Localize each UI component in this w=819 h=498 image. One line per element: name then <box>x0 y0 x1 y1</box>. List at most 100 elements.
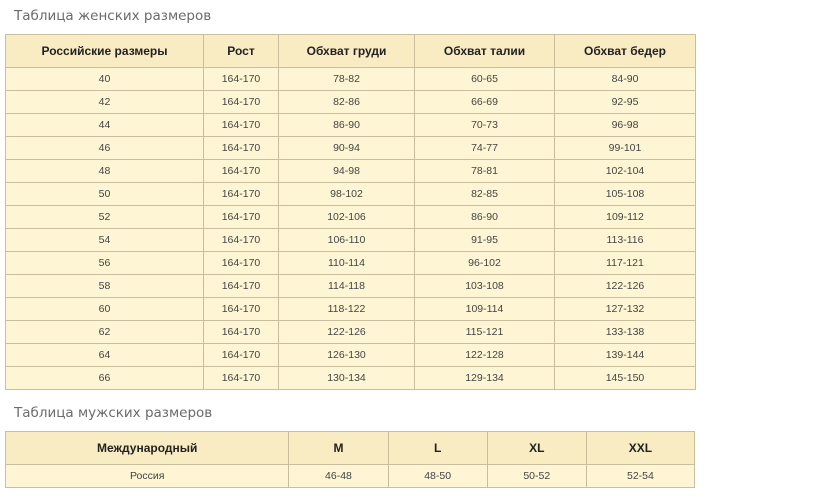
size-chart-page: Таблица женских размеров Российские разм… <box>0 0 819 498</box>
table-cell: 164-170 <box>203 297 279 321</box>
table-cell: 90-94 <box>278 136 415 160</box>
table-row: 44 164-170 86-90 70-73 96-98 <box>5 113 696 137</box>
table-cell: 145-150 <box>554 366 696 390</box>
table-cell: 164-170 <box>203 90 279 114</box>
women-table-title: Таблица женских размеров <box>14 8 212 24</box>
table-cell: 164-170 <box>203 320 279 344</box>
table-cell: 78-82 <box>278 67 415 91</box>
column-header: Обхват груди <box>278 34 415 68</box>
table-cell: 74-77 <box>414 136 555 160</box>
table-cell: 164-170 <box>203 251 279 275</box>
table-cell: 50 <box>5 182 204 206</box>
table-row: 48 164-170 94-98 78-81 102-104 <box>5 159 696 183</box>
table-row: 60 164-170 118-122 109-114 127-132 <box>5 297 696 321</box>
men-table-title: Таблица мужских размеров <box>14 405 213 421</box>
table-cell: 133-138 <box>554 320 696 344</box>
table-row: 40 164-170 78-82 60-65 84-90 <box>5 67 696 91</box>
table-cell: 164-170 <box>203 159 279 183</box>
table-row: 46 164-170 90-94 74-77 99-101 <box>5 136 696 160</box>
table-cell: 164-170 <box>203 67 279 91</box>
column-header: Обхват бедер <box>554 34 696 68</box>
table-cell: 60-65 <box>414 67 555 91</box>
column-header: XXL <box>585 431 696 465</box>
table-cell: 84-90 <box>554 67 696 91</box>
table-cell: 44 <box>5 113 204 137</box>
table-cell: 82-86 <box>278 90 415 114</box>
table-cell: 86-90 <box>278 113 415 137</box>
table-cell: 56 <box>5 251 204 275</box>
table-cell: 164-170 <box>203 113 279 137</box>
column-header: L <box>387 431 488 465</box>
table-row: 52 164-170 102-106 86-90 109-112 <box>5 205 696 229</box>
table-cell: 91-95 <box>414 228 555 252</box>
table-cell: 127-132 <box>554 297 696 321</box>
table-cell: 109-112 <box>554 205 696 229</box>
table-cell: 96-102 <box>414 251 555 275</box>
table-cell: 46-48 <box>288 464 389 488</box>
column-header: XL <box>486 431 587 465</box>
table-cell: 118-122 <box>278 297 415 321</box>
table-cell: 105-108 <box>554 182 696 206</box>
table-cell: 126-130 <box>278 343 415 367</box>
table-cell: 92-95 <box>554 90 696 114</box>
table-cell: 103-108 <box>414 274 555 298</box>
table-cell: 66-69 <box>414 90 555 114</box>
table-row: 58 164-170 114-118 103-108 122-126 <box>5 274 696 298</box>
table-row: 42 164-170 82-86 66-69 92-95 <box>5 90 696 114</box>
table-cell: 96-98 <box>554 113 696 137</box>
table-cell: 106-110 <box>278 228 415 252</box>
table-cell: 164-170 <box>203 343 279 367</box>
table-cell: 66 <box>5 366 204 390</box>
table-cell: 42 <box>5 90 204 114</box>
column-header: M <box>288 431 389 465</box>
table-cell: 164-170 <box>203 366 279 390</box>
table-cell: 164-170 <box>203 228 279 252</box>
table-cell: 164-170 <box>203 182 279 206</box>
table-row: 56 164-170 110-114 96-102 117-121 <box>5 251 696 275</box>
table-cell: 98-102 <box>278 182 415 206</box>
column-header: Рост <box>203 34 279 68</box>
table-cell: 102-106 <box>278 205 415 229</box>
table-row: 62 164-170 122-126 115-121 133-138 <box>5 320 696 344</box>
table-row: Россия 46-48 48-50 50-52 52-54 <box>4 464 696 488</box>
table-row: 54 164-170 106-110 91-95 113-116 <box>5 228 696 252</box>
table-cell: 78-81 <box>414 159 555 183</box>
table-cell: 110-114 <box>278 251 415 275</box>
table-header-row: Российские размеры Рост Обхват груди Обхват… <box>5 34 696 68</box>
table-cell: 70-73 <box>414 113 555 137</box>
table-cell: 62 <box>5 320 204 344</box>
table-header-row: Международный M L XL XXL <box>4 431 696 465</box>
table-cell: 129-134 <box>414 366 555 390</box>
table-cell: 102-104 <box>554 159 696 183</box>
table-cell: 164-170 <box>203 274 279 298</box>
column-header: Обхват талии <box>414 34 555 68</box>
table-cell: 164-170 <box>203 205 279 229</box>
table-cell: 99-101 <box>554 136 696 160</box>
table-cell: 113-116 <box>554 228 696 252</box>
table-cell: 60 <box>5 297 204 321</box>
table-row: 64 164-170 126-130 122-128 139-144 <box>5 343 696 367</box>
table-row: 66 164-170 130-134 129-134 145-150 <box>5 366 696 390</box>
table-cell: 122-126 <box>278 320 415 344</box>
table-cell: 52 <box>5 205 204 229</box>
table-cell: 130-134 <box>278 366 415 390</box>
table-cell: 122-128 <box>414 343 555 367</box>
column-header: Международный <box>4 431 290 465</box>
women-size-table: Российские размеры Рост Обхват груди Обхват… <box>5 34 696 390</box>
men-size-table: Международный M L XL XXL Россия 46-48 48-50 50-… <box>4 431 696 488</box>
column-header: Российские размеры <box>5 34 204 68</box>
table-cell: 64 <box>5 343 204 367</box>
table-cell: 54 <box>5 228 204 252</box>
table-cell: 46 <box>5 136 204 160</box>
table-cell: Россия <box>4 464 290 488</box>
table-cell: 139-144 <box>554 343 696 367</box>
table-cell: 82-85 <box>414 182 555 206</box>
table-cell: 117-121 <box>554 251 696 275</box>
table-row: 50 164-170 98-102 82-85 105-108 <box>5 182 696 206</box>
table-cell: 109-114 <box>414 297 555 321</box>
table-cell: 164-170 <box>203 136 279 160</box>
table-cell: 48-50 <box>387 464 488 488</box>
table-cell: 115-121 <box>414 320 555 344</box>
table-cell: 52-54 <box>585 464 696 488</box>
table-cell: 122-126 <box>554 274 696 298</box>
